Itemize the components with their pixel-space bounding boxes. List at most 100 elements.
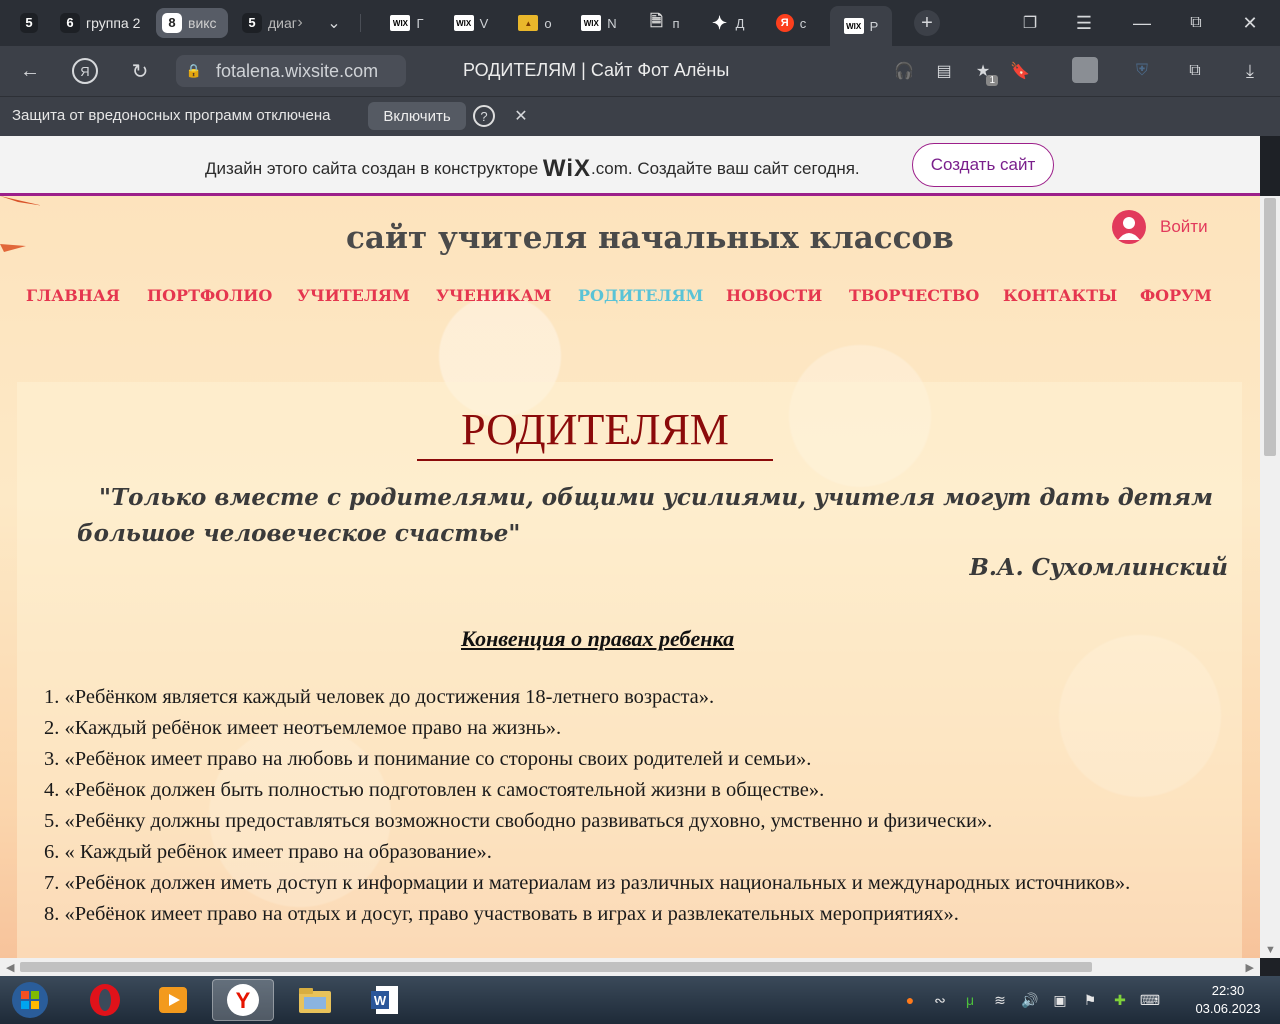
nav-item-home[interactable]: ГЛАВНАЯ [26, 286, 120, 305]
horizontal-scroll-thumb[interactable] [20, 962, 1092, 972]
volume-icon[interactable]: 🔊 [1020, 990, 1040, 1010]
tab-label: о [544, 15, 552, 31]
star-favicon-icon: ✦ [712, 12, 728, 33]
list-item: 5. «Ребёнку должны предоставляться возмо… [44, 810, 993, 832]
menu-icon[interactable]: ☰ [1072, 12, 1096, 34]
protection-warning-bar: Защита от вредоносных программ отключена… [0, 96, 1280, 136]
minimize-icon[interactable]: — [1130, 12, 1154, 34]
yandex-browser-icon[interactable]: Y [212, 979, 274, 1021]
nav-item-teachers[interactable]: УЧИТЕЛЯМ [297, 286, 410, 305]
nav-item-parents[interactable]: РОДИТЕЛЯМ [578, 286, 703, 305]
tab-group-1[interactable]: 5 [14, 8, 44, 38]
new-tab-icon[interactable]: + [914, 10, 940, 36]
scroll-tabs-icon[interactable]: › [290, 12, 310, 34]
wix-banner-text-before: Дизайн этого сайта создан в конструкторе [205, 159, 543, 178]
display-icon[interactable]: ▣ [1050, 990, 1070, 1010]
vertical-scrollbar[interactable]: ▼ [1260, 196, 1280, 958]
keyboard-tray-icon[interactable]: ⌨ [1140, 990, 1160, 1010]
document-favicon-icon: 🗎 [650, 12, 663, 30]
page-title: РОДИТЕЛЯМ | Сайт Фот Алёны [463, 60, 730, 80]
tab-group-2[interactable]: 6 группа 2 [54, 8, 152, 38]
download-icon[interactable]: ⤓ [1238, 59, 1262, 83]
rights-list: 1. «Ребёнком является каждый человек до … [44, 682, 1239, 930]
nav-item-students[interactable]: УЧЕНИКАМ [436, 286, 551, 305]
wix-banner-text: Дизайн этого сайта создан в конструкторе… [205, 155, 860, 183]
word-icon[interactable]: W [354, 979, 416, 1021]
nav-item-contacts[interactable]: КОНТАКТЫ [1003, 286, 1117, 305]
collections-icon[interactable]: ⧉ [1182, 59, 1208, 83]
browser-tab[interactable]: WIX V [442, 6, 500, 40]
list-item: 7. «Ребёнок должен иметь доступ к информ… [44, 872, 1131, 894]
decorative-leaf-icon [0, 196, 40, 252]
file-explorer-icon[interactable] [284, 979, 346, 1021]
login-label: Войти [1160, 217, 1208, 236]
login-button[interactable]: Войти [1112, 210, 1208, 244]
yandex-favicon-icon: Я [775, 14, 794, 32]
video-player-icon[interactable] [142, 979, 204, 1021]
wix-logo[interactable]: WiX [543, 155, 591, 182]
scroll-right-icon[interactable]: ▶ [1246, 961, 1254, 974]
browser-tab[interactable]: WIX Г [378, 6, 436, 40]
tab-group-3[interactable]: 8 викс [156, 8, 228, 38]
browser-tab[interactable]: 🗎 п [634, 6, 692, 40]
system-clock[interactable]: 22:30 03.06.2023 [1180, 982, 1276, 1018]
help-icon[interactable]: ? [473, 105, 495, 127]
avast-icon[interactable]: ● [900, 990, 920, 1010]
opera-icon[interactable] [74, 979, 136, 1021]
nav-item-forum[interactable]: ФОРУМ [1140, 286, 1212, 305]
back-icon[interactable]: ← [18, 59, 42, 83]
wix-favicon-icon: WIX [390, 15, 411, 31]
bookmark-icon[interactable]: 🔖 [1008, 59, 1032, 83]
windows-start-icon[interactable] [4, 979, 56, 1021]
close-bar-icon[interactable]: ✕ [512, 106, 530, 126]
nav-item-portfolio[interactable]: ПОРТФОЛИО [147, 286, 272, 305]
enable-protection-button[interactable]: Включить [368, 102, 466, 130]
tab-label: п [672, 15, 680, 31]
browser-tab-active[interactable]: WIX Р [830, 6, 892, 46]
svg-text:W: W [374, 993, 387, 1008]
wix-banner: Дизайн этого сайта создан в конструкторе… [0, 136, 1260, 196]
browser-tab[interactable]: ▲ о [506, 6, 564, 40]
flag-icon[interactable]: ⚑ [1080, 990, 1100, 1010]
wix-logo-suffix: .com [591, 159, 628, 178]
windows-taskbar: Y W ● ∾ μ ≋ 🔊 ▣ ⚑ ✚ ⌨ 22:30 03.06.2023 [0, 976, 1280, 1024]
reader-mode-icon[interactable]: ▤ [932, 59, 956, 83]
nav-item-news[interactable]: НОВОСТИ [726, 286, 822, 305]
scroll-down-icon[interactable]: ▼ [1265, 944, 1276, 956]
chevron-down-icon[interactable]: ⌄ [324, 12, 344, 34]
network-tray-icon[interactable]: ∾ [930, 990, 950, 1010]
tab-group-count: 5 [242, 13, 262, 33]
tab-divider [360, 14, 361, 32]
tab-group-count: 6 [60, 13, 80, 33]
create-site-button[interactable]: Создать сайт [912, 143, 1054, 187]
url-field[interactable]: 🔒 fotalena.wixsite.com [176, 55, 406, 87]
address-bar: ← Я ↻ 🔒 fotalena.wixsite.com РОДИТЕЛЯМ |… [0, 46, 1280, 96]
browser-tab[interactable]: ✦ Д [698, 6, 756, 40]
image-favicon-icon: ▲ [518, 15, 539, 31]
browser-tab[interactable]: WIX N [570, 6, 628, 40]
horizontal-scrollbar[interactable]: ◀ ▶ [0, 958, 1260, 976]
vertical-scroll-thumb[interactable] [1264, 198, 1276, 456]
tab-label: Г [416, 15, 424, 31]
clock-date: 03.06.2023 [1195, 1001, 1261, 1016]
browser-tab[interactable]: Яс [762, 6, 820, 40]
plus-tray-icon[interactable]: ✚ [1110, 990, 1130, 1010]
extensions-icon[interactable]: ★ 1 [970, 58, 998, 86]
torrent-icon[interactable]: μ [960, 990, 980, 1010]
reload-icon[interactable]: ↻ [128, 58, 152, 84]
url-text: fotalena.wixsite.com [216, 60, 379, 81]
profile-extension-icon[interactable] [1072, 57, 1098, 83]
restore-icon[interactable]: ⧉ [1184, 12, 1208, 34]
close-window-icon[interactable]: ✕ [1238, 12, 1262, 34]
tabs-overview-icon[interactable]: ❐ [1018, 12, 1042, 34]
site-nav: ГЛАВНАЯ ПОРТФОЛИО УЧИТЕЛЯМ УЧЕНИКАМ РОДИ… [26, 286, 1246, 310]
nav-item-creativity[interactable]: ТВОРЧЕСТВО [849, 286, 979, 305]
wifi-icon[interactable]: ≋ [990, 990, 1010, 1010]
quote-text: "Только вместе с родителями, общими усил… [77, 484, 1213, 547]
tab-label: N [607, 15, 617, 31]
yandex-home-icon[interactable]: Я [72, 58, 98, 84]
shield-icon[interactable]: ⛨ [1130, 59, 1154, 83]
wix-favicon-icon: WIX [843, 18, 864, 34]
scroll-left-icon[interactable]: ◀ [6, 961, 14, 974]
headphones-icon[interactable]: 🎧 [892, 59, 916, 83]
